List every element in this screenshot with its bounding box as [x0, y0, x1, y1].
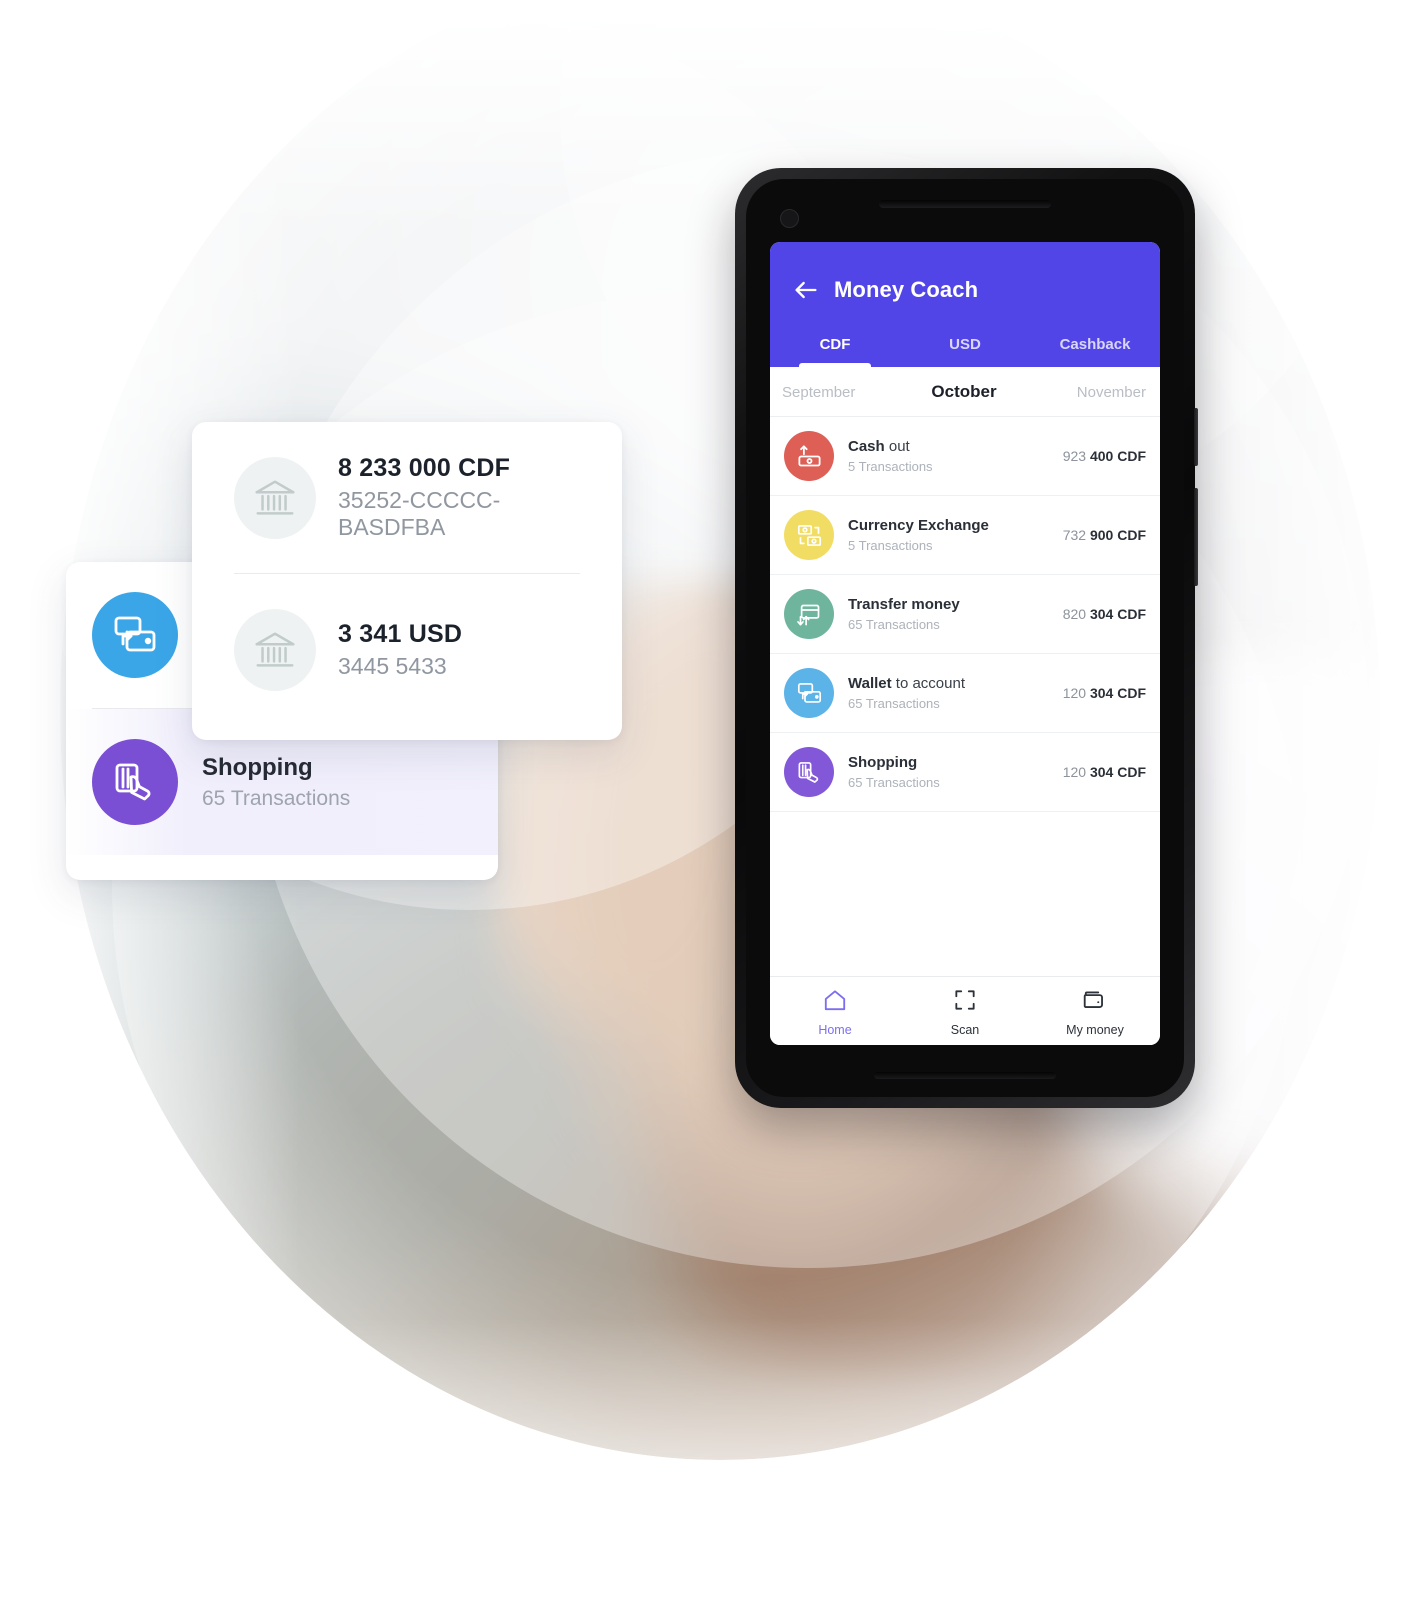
transaction-count: 5 Transactions: [848, 458, 933, 474]
transaction-list: Cash out 5 Transactions 923 400 CDF Curr…: [770, 417, 1160, 976]
table-row[interactable]: Currency Exchange 5 Transactions 732 900…: [770, 496, 1160, 575]
nav-item-scan[interactable]: Scan: [900, 987, 1030, 1037]
currency-exchange-icon: [784, 510, 834, 560]
category-title: Shopping: [202, 753, 313, 781]
transaction-text: Transfer money 65 Transactions: [834, 596, 1057, 632]
month-november[interactable]: November: [1025, 384, 1150, 401]
account-row-usd[interactable]: 3 341 USD 3445 5433: [192, 574, 622, 725]
transaction-text: Shopping 65 Transactions: [834, 754, 1057, 790]
category-text: Shopping 65 Transactions: [178, 754, 350, 811]
transaction-title: Shopping: [848, 754, 918, 772]
app-header-row: Money Coach: [770, 276, 1160, 330]
transaction-amount: 120 304 CDF: [1062, 685, 1146, 701]
phone-side-button-volume[interactable]: [1194, 408, 1198, 466]
page-title: Money Coach: [834, 277, 979, 302]
wallet-to-account-icon: [92, 592, 178, 678]
tab-cashback[interactable]: Cashback: [1030, 330, 1160, 367]
tab-cdf[interactable]: CDF: [770, 330, 900, 367]
transaction-count: 65 Transactions: [848, 695, 940, 711]
transaction-title: Cash out: [848, 438, 910, 456]
transaction-count: 65 Transactions: [848, 616, 940, 632]
transaction-text: Wallet to account 65 Transactions: [834, 675, 1057, 711]
account-balance: 3 341 USD: [338, 619, 463, 648]
fade-bottom: [0, 1318, 1428, 1618]
phone-screen: Money Coach CDF USD Cashback September O…: [770, 242, 1160, 1045]
table-row[interactable]: Wallet to account 65 Transactions 120 30…: [770, 654, 1160, 733]
shopping-card-icon: [92, 739, 178, 825]
account-text: 8 233 000 CDF 35252-CCCCC-BASDFBA: [316, 454, 580, 541]
nav-label-scan: Scan: [950, 1023, 980, 1037]
cash-out-icon: [784, 431, 834, 481]
tab-usd[interactable]: USD: [900, 330, 1030, 367]
transaction-amount: 923 400 CDF: [1062, 448, 1146, 464]
bottom-navigation: Home Scan My money: [770, 976, 1160, 1045]
nav-item-home[interactable]: Home: [770, 987, 900, 1037]
transaction-amount: 820 304 CDF: [1062, 606, 1146, 622]
phone-bezel: Money Coach CDF USD Cashback September O…: [746, 179, 1184, 1097]
smartphone-mockup: Money Coach CDF USD Cashback September O…: [735, 168, 1198, 1108]
accounts-card: 8 233 000 CDF 35252-CCCCC-BASDFBA 3 341 …: [192, 422, 622, 740]
account-balance: 8 233 000 CDF: [338, 454, 511, 482]
account-text: 3 341 USD 3445 5433: [316, 620, 462, 680]
account-number: 3445 5433: [338, 652, 447, 679]
wallet-to-account-icon: [784, 668, 834, 718]
front-camera-icon: [780, 209, 799, 228]
promo-composition: Money Coach CDF USD Cashback September O…: [0, 0, 1428, 1618]
transaction-amount: 120 304 CDF: [1062, 764, 1146, 780]
bottom-speaker: [874, 1072, 1056, 1079]
app-header: Money Coach CDF USD Cashback: [770, 242, 1160, 367]
bank-icon: [234, 608, 316, 691]
account-number: 35252-CCCCC-BASDFBA: [338, 487, 501, 540]
home-icon: [822, 987, 848, 1018]
nav-item-my-money[interactable]: My money: [1030, 987, 1160, 1037]
table-row[interactable]: Transfer money 65 Transactions 820 304 C…: [770, 575, 1160, 654]
transaction-title: Wallet to account: [848, 675, 966, 693]
arrow-left-icon[interactable]: [792, 276, 820, 304]
transaction-title: Currency Exchange: [848, 517, 989, 535]
phone-side-button-power[interactable]: [1194, 488, 1198, 586]
table-row[interactable]: Cash out 5 Transactions 923 400 CDF: [770, 417, 1160, 496]
month-september[interactable]: September: [780, 384, 903, 401]
category-subtitle: 65 Transactions: [202, 786, 351, 810]
month-selector: September October November: [770, 367, 1160, 417]
table-row[interactable]: Shopping 65 Transactions 120 304 CDF: [770, 733, 1160, 812]
transaction-amount: 732 900 CDF: [1062, 527, 1146, 543]
month-october[interactable]: October: [903, 382, 1024, 402]
account-row-cdf[interactable]: 8 233 000 CDF 35252-CCCCC-BASDFBA: [192, 422, 622, 573]
transaction-count: 65 Transactions: [848, 774, 940, 790]
bank-icon: [234, 456, 316, 539]
transfer-money-icon: [784, 589, 834, 639]
nav-label-home: Home: [818, 1023, 852, 1037]
transaction-count: 5 Transactions: [848, 537, 933, 553]
transaction-title: Transfer money: [848, 596, 960, 614]
currency-tabs: CDF USD Cashback: [770, 330, 1160, 367]
earpiece-speaker: [879, 200, 1051, 208]
transaction-text: Currency Exchange 5 Transactions: [834, 517, 1057, 553]
nav-label-my-money: My money: [1066, 1023, 1124, 1037]
shopping-card-icon: [784, 747, 834, 797]
transaction-text: Cash out 5 Transactions: [834, 438, 1057, 474]
wallet-icon: [1082, 987, 1108, 1018]
scan-icon: [952, 987, 978, 1018]
